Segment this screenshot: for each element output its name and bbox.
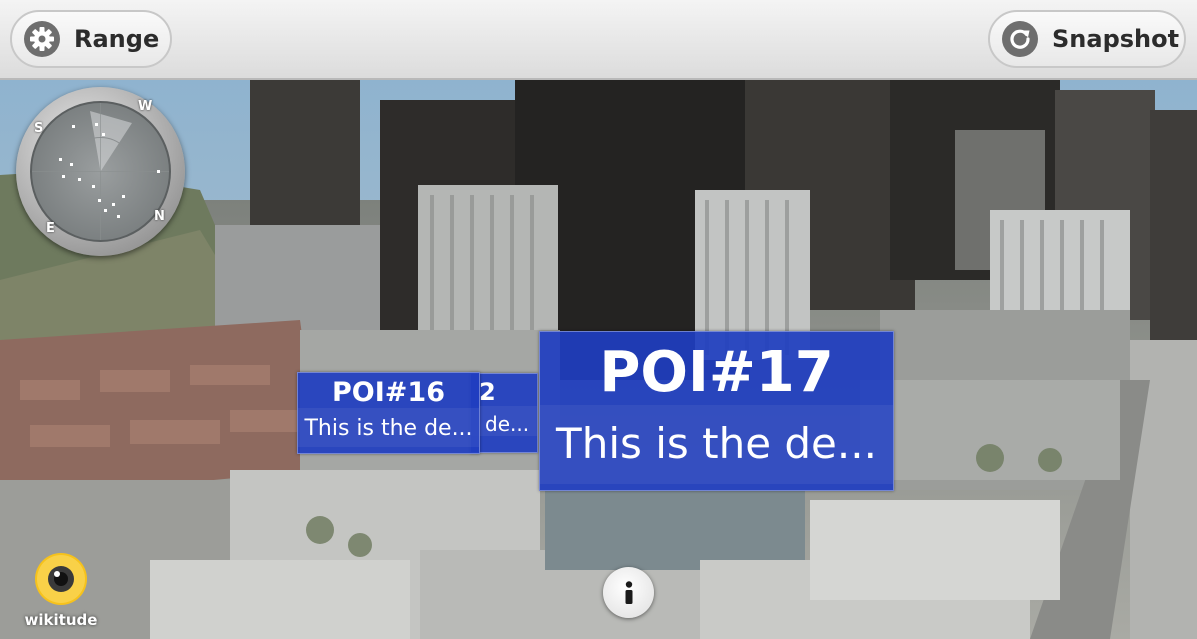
poi-marker-selected[interactable]: POI#17 This is the de... [539,331,894,491]
radar-points [32,103,169,240]
radar-south-label: S [34,121,44,136]
info-button[interactable] [603,567,654,618]
toolbar: Range Snapshot [0,0,1197,80]
snapshot-button-label: Snapshot [1052,25,1180,53]
info-icon [625,580,632,604]
wikitude-logo-text: wikitude [24,611,98,629]
radar-north-label: N [154,209,165,224]
range-button-label: Range [74,25,160,53]
wikitude-logo-icon [35,553,87,605]
poi-title: POI#17 [599,340,834,405]
gear-icon [24,21,60,57]
radar-compass: W S N E [16,87,185,256]
refresh-icon [1002,21,1038,57]
poi-title: 2 [479,378,496,406]
snapshot-button[interactable]: Snapshot [988,10,1186,68]
poi-description: de... [471,406,537,436]
radar-east-label: E [46,221,55,236]
poi-marker[interactable]: 2 de... [470,373,538,453]
poi-title: POI#16 [332,377,445,408]
poi-description: This is the de... [298,408,479,447]
poi-description: This is the de... [540,405,893,484]
radar-west-label: W [138,99,153,114]
wikitude-logo: wikitude [18,553,104,637]
poi-marker[interactable]: POI#16 This is the de... [297,372,480,454]
range-button[interactable]: Range [10,10,172,68]
